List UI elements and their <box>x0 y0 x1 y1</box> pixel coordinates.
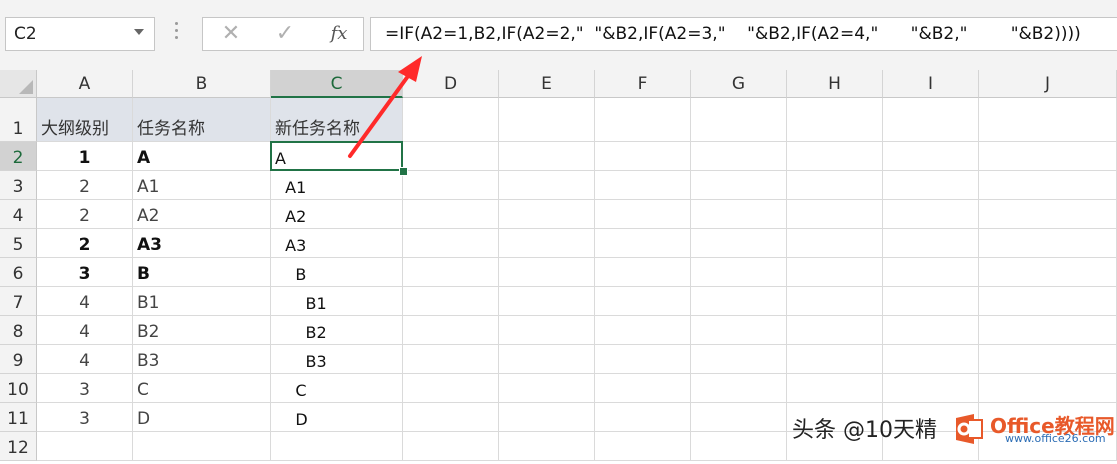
watermark-url: www.office26.com <box>1005 432 1106 445</box>
office-logo-icon <box>956 414 983 444</box>
annotation-arrow <box>348 56 422 158</box>
watermark-text: 头条 @10天精 <box>792 418 937 443</box>
